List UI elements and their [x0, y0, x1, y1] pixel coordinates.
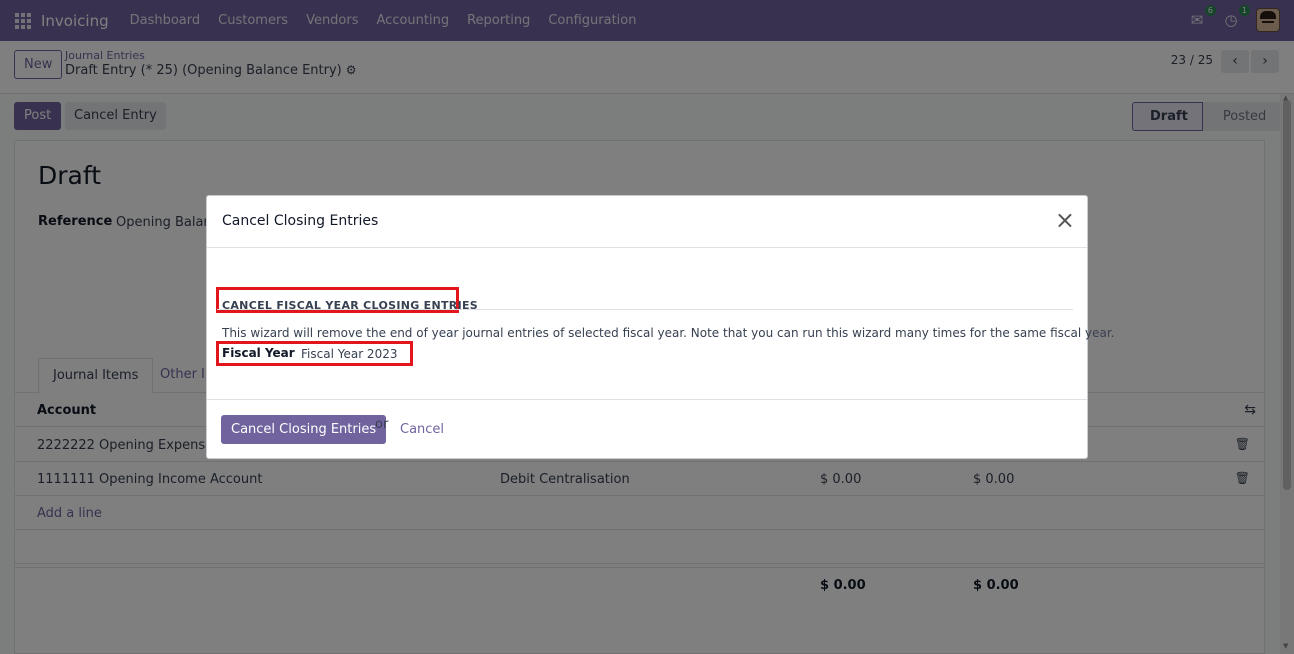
- modal-footer: Cancel Closing Entries or Cancel: [207, 399, 1087, 459]
- modal-title: Cancel Closing Entries: [222, 213, 379, 229]
- modal-header: Cancel Closing Entries ×: [207, 196, 1087, 248]
- fiscal-year-label: Fiscal Year: [222, 346, 295, 360]
- separator-line: [217, 309, 1073, 310]
- fiscal-year-field[interactable]: Fiscal Year 2023: [301, 347, 397, 361]
- cancel-closing-entries-dialog: Cancel Closing Entries × CANCEL FISCAL Y…: [206, 195, 1115, 459]
- or-text: or: [375, 417, 389, 432]
- close-icon[interactable]: ×: [1055, 208, 1075, 232]
- wizard-description: This wizard will remove the end of year …: [222, 326, 1115, 340]
- cancel-closing-entries-button[interactable]: Cancel Closing Entries: [221, 415, 387, 444]
- cancel-button[interactable]: Cancel: [400, 422, 444, 437]
- separator-title: CANCEL FISCAL YEAR CLOSING ENTRIES: [222, 299, 479, 312]
